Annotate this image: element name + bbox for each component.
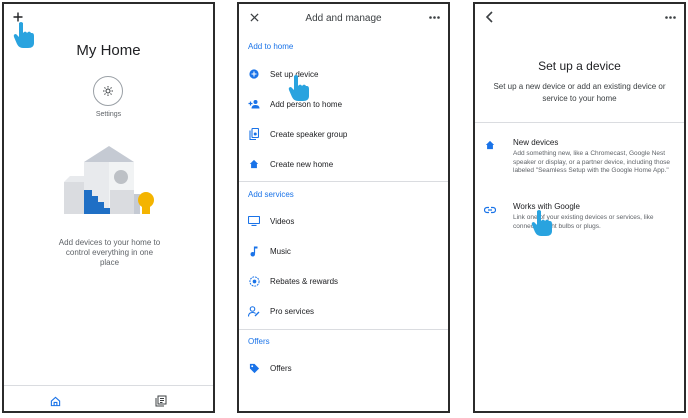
settings-label: Settings [95, 111, 122, 118]
empty-home-illustration [64, 146, 154, 214]
gear-icon [103, 86, 113, 96]
section-divider [239, 329, 448, 330]
feed-icon[interactable] [155, 395, 167, 407]
option-new-devices-description: Add something new, like a Chromecast, Go… [513, 150, 671, 174]
section-heading-add-to-home: Add to home [248, 42, 294, 51]
page-title: Set up a device [538, 59, 621, 73]
pro-services-icon [248, 306, 260, 317]
bottom-nav-divider [4, 385, 213, 386]
back-arrow-icon[interactable] [485, 11, 493, 23]
hand-cursor-icon [288, 75, 309, 101]
more-options-icon[interactable] [429, 16, 440, 19]
home-icon[interactable] [50, 396, 61, 407]
rebate-icon [249, 276, 260, 287]
home-icon [485, 140, 495, 150]
section-divider [239, 181, 448, 182]
add-and-manage-screen: Add and manage Add to home Set up device… [237, 2, 450, 413]
menu-item-rebates-rewards[interactable]: Rebates & rewards [270, 277, 338, 286]
header-title: Add and manage [305, 13, 382, 24]
speaker-group-icon [249, 128, 259, 140]
page-title: My Home [76, 42, 141, 59]
section-divider [475, 122, 684, 123]
set-up-device-screen: Set up a device Set up a new device or a… [473, 2, 686, 413]
section-heading-offers: Offers [248, 337, 270, 346]
more-options-icon[interactable] [665, 16, 676, 19]
menu-item-create-new-home[interactable]: Create new home [270, 160, 333, 169]
option-new-devices[interactable]: New devices [513, 138, 558, 147]
settings-button[interactable] [93, 76, 123, 106]
hand-cursor-icon [531, 210, 552, 236]
menu-item-music[interactable]: Music [270, 247, 291, 256]
add-circle-icon [249, 69, 259, 79]
menu-item-add-person[interactable]: Add person to home [270, 100, 342, 109]
menu-item-videos[interactable]: Videos [270, 217, 294, 226]
home-icon [249, 159, 259, 169]
my-home-screen: My Home Settings Add devices to your hom… [2, 2, 215, 413]
music-note-icon [250, 246, 258, 257]
menu-item-create-speaker-group[interactable]: Create speaker group [270, 130, 347, 139]
tv-icon [248, 216, 260, 226]
section-heading-add-services: Add services [248, 190, 294, 199]
menu-item-pro-services[interactable]: Pro services [270, 307, 314, 316]
menu-item-offers[interactable]: Offers [270, 364, 292, 373]
tag-icon [249, 363, 260, 374]
empty-state-text: Add devices to your home to control ever… [58, 238, 161, 267]
person-add-icon [248, 100, 260, 109]
page-subtitle: Set up a new device or add an existing d… [493, 82, 666, 103]
link-icon [484, 206, 496, 214]
